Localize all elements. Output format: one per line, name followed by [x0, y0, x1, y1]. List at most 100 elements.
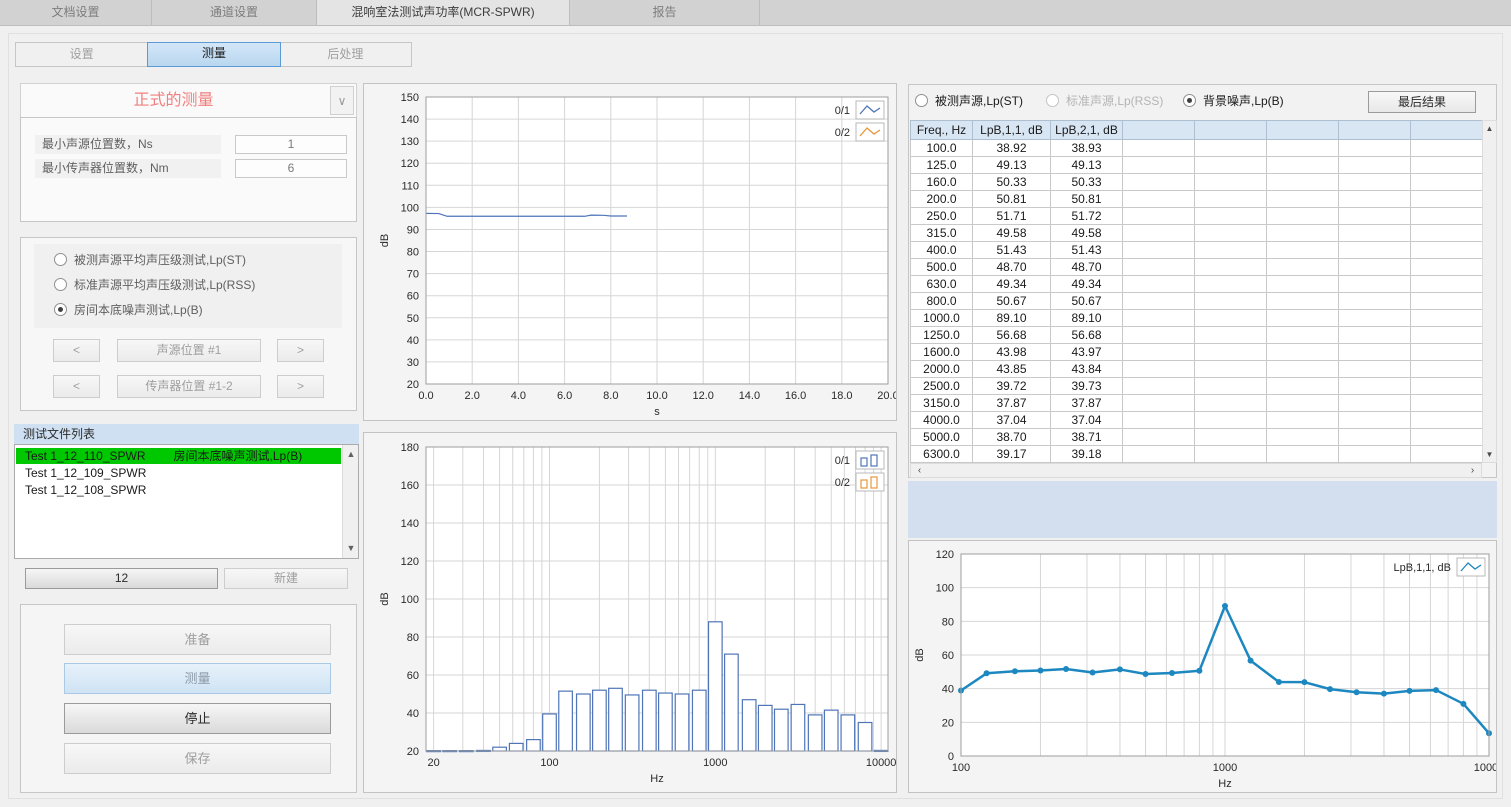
- table-cell[interactable]: [1195, 191, 1267, 208]
- table-cell[interactable]: [1267, 293, 1339, 310]
- measure-button[interactable]: 测量: [64, 663, 331, 694]
- table-row[interactable]: 6300.039.1739.18: [911, 446, 1483, 463]
- table-cell[interactable]: [1339, 429, 1411, 446]
- table-row[interactable]: 500.048.7048.70: [911, 259, 1483, 276]
- table-cell[interactable]: [1195, 208, 1267, 225]
- table-cell[interactable]: 48.70: [973, 259, 1051, 276]
- table-header-cell[interactable]: [1339, 121, 1411, 140]
- table-cell[interactable]: [1339, 395, 1411, 412]
- table-cell[interactable]: 49.34: [973, 276, 1051, 293]
- table-cell[interactable]: 51.72: [1051, 208, 1123, 225]
- tab-report[interactable]: 报告: [570, 0, 760, 25]
- table-cell[interactable]: 50.67: [973, 293, 1051, 310]
- table-row[interactable]: 200.050.8150.81: [911, 191, 1483, 208]
- table-cell[interactable]: 315.0: [911, 225, 973, 242]
- table-header-cell[interactable]: [1123, 121, 1195, 140]
- table-cell[interactable]: [1123, 412, 1195, 429]
- mic-position-next-button[interactable]: >: [277, 375, 324, 398]
- table-cell[interactable]: 37.04: [1051, 412, 1123, 429]
- table-cell[interactable]: [1195, 361, 1267, 378]
- table-cell[interactable]: [1195, 310, 1267, 327]
- table-cell[interactable]: 39.17: [973, 446, 1051, 463]
- subtab-settings[interactable]: 设置: [16, 43, 148, 66]
- table-cell[interactable]: 38.71: [1051, 429, 1123, 446]
- table-cell[interactable]: [1267, 361, 1339, 378]
- tab-document-settings[interactable]: 文档设置: [0, 0, 152, 25]
- table-cell[interactable]: [1411, 157, 1483, 174]
- mic-position-prev-button[interactable]: <: [53, 375, 100, 398]
- table-cell[interactable]: [1411, 208, 1483, 225]
- table-cell[interactable]: [1267, 191, 1339, 208]
- radio-lp-rss[interactable]: 标准声源平均声压级测试,Lp(RSS): [54, 276, 255, 292]
- table-cell[interactable]: 6300.0: [911, 446, 973, 463]
- table-cell[interactable]: [1267, 446, 1339, 463]
- table-cell[interactable]: [1123, 191, 1195, 208]
- table-cell[interactable]: 49.13: [1051, 157, 1123, 174]
- radio-lp-st[interactable]: 被测声源平均声压级测试,Lp(ST): [54, 251, 246, 267]
- table-cell[interactable]: 49.58: [973, 225, 1051, 242]
- table-row[interactable]: 315.049.5849.58: [911, 225, 1483, 242]
- table-cell[interactable]: [1195, 344, 1267, 361]
- mic-position-button[interactable]: 传声器位置 #1-2: [117, 375, 261, 398]
- table-cell[interactable]: 1250.0: [911, 327, 973, 344]
- table-cell[interactable]: 37.87: [1051, 395, 1123, 412]
- table-cell[interactable]: 48.70: [1051, 259, 1123, 276]
- table-cell[interactable]: [1267, 429, 1339, 446]
- table-cell[interactable]: 89.10: [973, 310, 1051, 327]
- table-horizontal-scrollbar[interactable]: ‹ ›: [910, 463, 1482, 478]
- table-cell[interactable]: 100.0: [911, 140, 973, 157]
- table-row[interactable]: 400.051.4351.43: [911, 242, 1483, 259]
- table-row[interactable]: 160.050.3350.33: [911, 174, 1483, 191]
- table-cell[interactable]: [1267, 208, 1339, 225]
- table-cell[interactable]: 2500.0: [911, 378, 973, 395]
- table-row[interactable]: 1600.043.9843.97: [911, 344, 1483, 361]
- table-cell[interactable]: [1339, 140, 1411, 157]
- table-cell[interactable]: [1411, 140, 1483, 157]
- table-cell[interactable]: [1123, 378, 1195, 395]
- table-cell[interactable]: 43.98: [973, 344, 1051, 361]
- scroll-down-icon[interactable]: ▼: [1483, 448, 1496, 461]
- table-cell[interactable]: 50.81: [1051, 191, 1123, 208]
- table-cell[interactable]: 39.72: [973, 378, 1051, 395]
- table-cell[interactable]: 125.0: [911, 157, 973, 174]
- table-cell[interactable]: [1411, 361, 1483, 378]
- table-cell[interactable]: [1195, 293, 1267, 310]
- table-cell[interactable]: 37.87: [973, 395, 1051, 412]
- table-cell[interactable]: [1267, 378, 1339, 395]
- table-cell[interactable]: 400.0: [911, 242, 973, 259]
- table-cell[interactable]: [1339, 361, 1411, 378]
- table-cell[interactable]: 89.10: [1051, 310, 1123, 327]
- table-cell[interactable]: 43.84: [1051, 361, 1123, 378]
- result-radio-lp-st[interactable]: 被测声源,Lp(ST): [915, 90, 1023, 110]
- table-cell[interactable]: [1195, 327, 1267, 344]
- table-cell[interactable]: [1123, 361, 1195, 378]
- table-cell[interactable]: 49.58: [1051, 225, 1123, 242]
- table-cell[interactable]: [1195, 174, 1267, 191]
- tab-channel-settings[interactable]: 通道设置: [152, 0, 317, 25]
- table-cell[interactable]: 38.70: [973, 429, 1051, 446]
- table-cell[interactable]: 2000.0: [911, 361, 973, 378]
- new-file-button[interactable]: 新建: [224, 568, 348, 589]
- table-cell[interactable]: 160.0: [911, 174, 973, 191]
- table-row[interactable]: 4000.037.0437.04: [911, 412, 1483, 429]
- chevron-down-icon[interactable]: ∨: [330, 86, 354, 115]
- scroll-down-icon[interactable]: ▼: [343, 541, 359, 556]
- table-row[interactable]: 1000.089.1089.10: [911, 310, 1483, 327]
- scroll-up-icon[interactable]: ▲: [343, 447, 359, 462]
- table-cell[interactable]: [1339, 259, 1411, 276]
- table-cell[interactable]: [1339, 225, 1411, 242]
- table-cell[interactable]: 200.0: [911, 191, 973, 208]
- table-cell[interactable]: [1123, 446, 1195, 463]
- table-cell[interactable]: [1411, 191, 1483, 208]
- source-position-prev-button[interactable]: <: [53, 339, 100, 362]
- table-cell[interactable]: 56.68: [1051, 327, 1123, 344]
- table-cell[interactable]: 37.04: [973, 412, 1051, 429]
- table-cell[interactable]: 43.85: [973, 361, 1051, 378]
- table-cell[interactable]: [1267, 344, 1339, 361]
- table-cell[interactable]: [1123, 140, 1195, 157]
- file-list-item[interactable]: Test 1_12_109_SPWR: [16, 465, 341, 481]
- table-header-cell[interactable]: Freq., Hz: [911, 121, 973, 140]
- table-row[interactable]: 800.050.6750.67: [911, 293, 1483, 310]
- table-cell[interactable]: 50.81: [973, 191, 1051, 208]
- scroll-right-icon[interactable]: ›: [1465, 464, 1480, 477]
